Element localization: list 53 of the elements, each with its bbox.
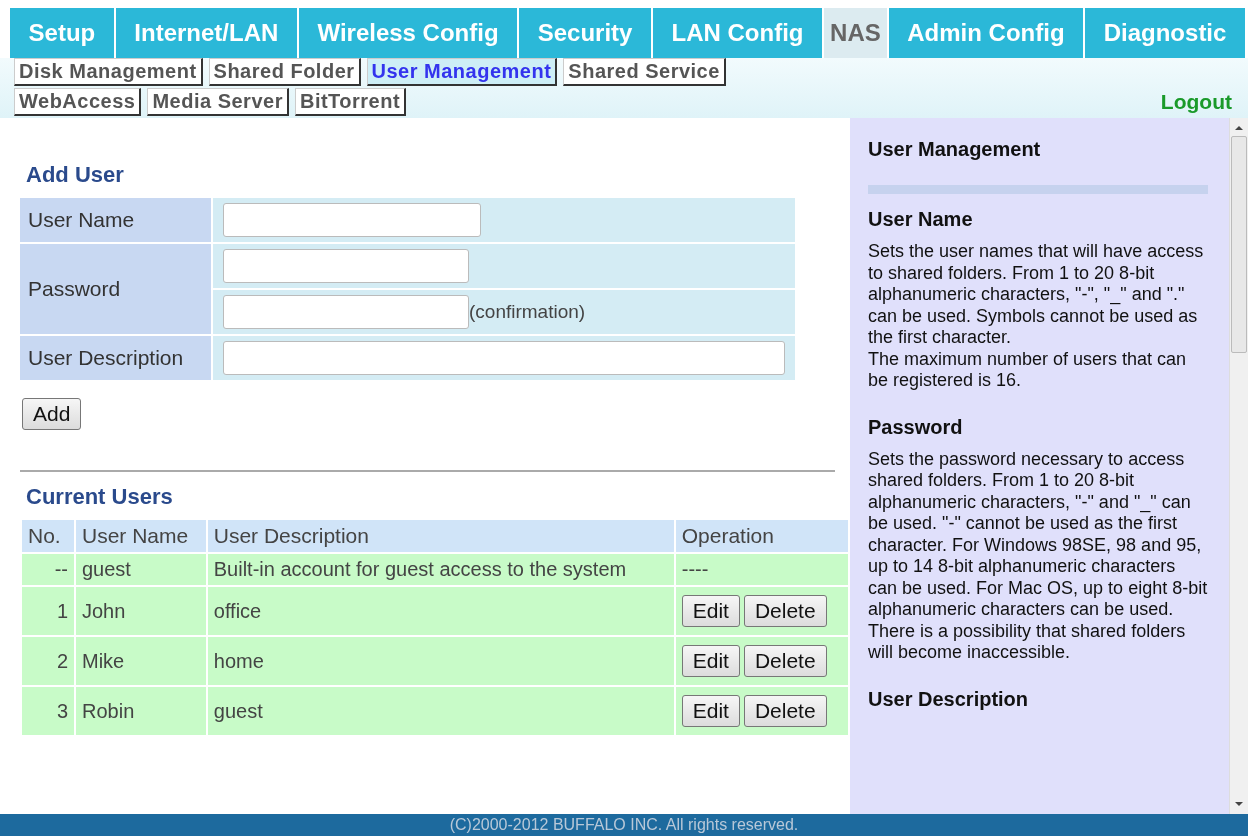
subnav-tab[interactable]: Media Server: [147, 88, 289, 116]
scroll-down-icon[interactable]: [1234, 800, 1244, 808]
help-text: Sets the password necessary to access shared folders. From 1 to 20 8-bit alphanumeric characters, "-" and "_" can be used. "-" cannot be used as the first character. For Windows 98SE, 98 and 95, up to 14 8-bit alphanumeric characters can be used. For Mac OS, up to eight 8-bit alphanumeric characters can be used. There is a possibility that shared folders will become inaccessible.: [868, 448, 1209, 664]
add-button[interactable]: Add: [22, 398, 82, 430]
help-text: The maximum number of users that can be registered is 16.: [868, 348, 1188, 392]
table-cell: 3: [22, 687, 74, 735]
row-action-button[interactable]: Edit: [681, 645, 740, 677]
help-heading: Password: [868, 415, 964, 439]
table-cell: guest: [207, 687, 674, 735]
copyright-footer: (C)2000-2012 BUFFALO INC. All rights reserved.: [0, 814, 1248, 836]
field-label: User Name: [28, 208, 135, 231]
column-header: User Description: [207, 520, 674, 552]
table-cell: 1: [22, 587, 74, 635]
subnav-tab[interactable]: Shared Service: [563, 58, 726, 86]
column-header: No.: [22, 520, 74, 552]
table-cell: home: [207, 637, 674, 685]
subnav-tab[interactable]: User Management: [366, 58, 558, 86]
scrollbar[interactable]: [1229, 118, 1248, 814]
table-cell: ----: [675, 554, 848, 585]
help-heading: User Description: [868, 687, 1030, 711]
field-label: Password: [28, 277, 121, 300]
table-cell: 2: [22, 637, 74, 685]
nav-tab[interactable]: NAS: [824, 8, 887, 58]
subnav-tab[interactable]: Disk Management: [14, 58, 203, 86]
table-cell: --: [22, 554, 74, 585]
row-action-button[interactable]: Delete: [743, 645, 827, 677]
table-cell: John: [76, 587, 206, 635]
subnav-tab[interactable]: BitTorrent: [294, 88, 407, 116]
field-label: User Description: [28, 346, 184, 369]
table-cell: Mike: [76, 637, 206, 685]
password-confirm-field[interactable]: [223, 295, 469, 329]
table-cell: guest: [76, 554, 206, 585]
table-cell: Robin: [76, 687, 206, 735]
subnav-tab[interactable]: Shared Folder: [208, 58, 361, 86]
table-cell: office: [207, 587, 674, 635]
password-field[interactable]: [223, 249, 469, 283]
subnav-tab[interactable]: WebAccess: [14, 88, 142, 116]
column-header: User Name: [76, 520, 206, 552]
help-text: Sets the user names that will have access to shared folders. From 1 to 20 8-bit alphanumeric characters, "-", "_" and "." can be used. Symbols cannot be used as the first character.: [868, 241, 1205, 349]
section-title: Add User: [26, 162, 125, 188]
user-name-field[interactable]: [223, 203, 481, 237]
confirmation-note: (confirmation): [469, 300, 586, 322]
row-action-button[interactable]: Edit: [681, 595, 740, 627]
row-action-button[interactable]: Delete: [743, 695, 827, 727]
table-cell: Built-in account for guest access to the system: [207, 554, 674, 585]
column-header: Operation: [675, 520, 848, 552]
scroll-up-icon[interactable]: [1234, 124, 1244, 132]
help-title: User Management: [868, 138, 1042, 161]
section-title: Current Users: [26, 484, 174, 510]
help-heading: User Name: [868, 208, 974, 231]
row-action-button[interactable]: Edit: [681, 695, 740, 727]
user-description-field[interactable]: [223, 341, 785, 375]
row-action-button[interactable]: Delete: [743, 595, 827, 627]
